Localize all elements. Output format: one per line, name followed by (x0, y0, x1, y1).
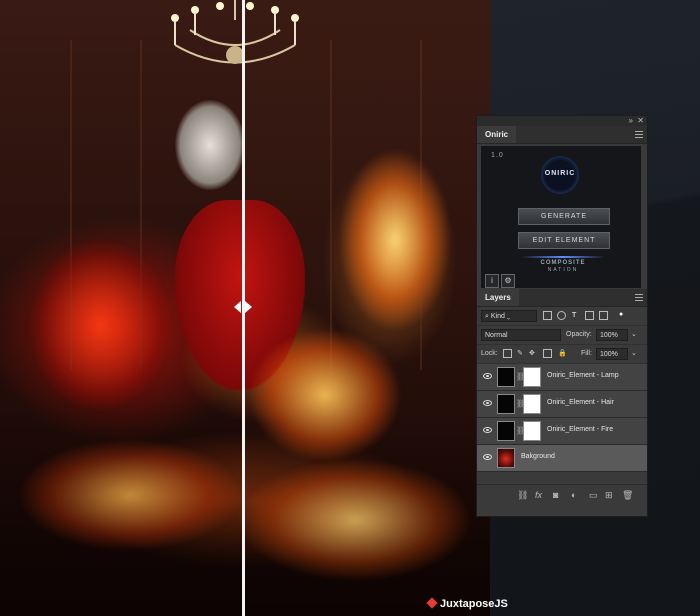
oniric-logo: ONIRIC (541, 156, 579, 194)
layer-mask-thumbnail (523, 394, 541, 414)
layer-name: Bakground (521, 453, 555, 460)
layer-thumbnail (497, 448, 515, 468)
adjustment-filter-icon[interactable] (557, 311, 566, 320)
lock-row: Lock: ✎ ✥ 🔒 Fill: 100% ⌄ (477, 345, 647, 364)
fill-label: Fill: (581, 350, 592, 357)
new-layer-icon[interactable]: ⊞ (605, 489, 613, 501)
collapse-icon[interactable]: » (629, 117, 633, 125)
oniric-tabbar: Oniric (477, 126, 647, 144)
trash-icon[interactable]: 🗑 (622, 489, 633, 501)
mask-icon[interactable]: ◙ (553, 489, 558, 501)
fire-graphic (30, 240, 170, 410)
panel-menu-icon[interactable] (635, 131, 643, 138)
composite-nation-logo: COMPOSITE NATION (531, 260, 595, 274)
layers-tabbar: Layers (477, 289, 647, 307)
layer-name: Oniric_Element - Fire (547, 426, 614, 433)
layers-panel: Layers ⌕ Kind ⌄ T ● Normal Opacity: 100%… (477, 289, 647, 505)
layer-row[interactable]: ⛓ Oniric_Element - Hair (477, 391, 647, 418)
watermark-label: JuxtaposeJS (440, 598, 508, 610)
filter-kind-select[interactable]: ⌕ Kind ⌄ (481, 310, 537, 322)
blend-mode-value: Normal (485, 332, 508, 339)
layer-row-selected[interactable]: Bakground (477, 445, 647, 472)
watermark[interactable]: JuxtaposeJS (426, 597, 508, 610)
slider-handle-icon[interactable] (230, 294, 256, 320)
fx-icon[interactable]: fx (535, 489, 542, 501)
tab-oniric[interactable]: Oniric (477, 126, 517, 143)
glow-divider (521, 256, 605, 258)
panel-titlebar: » ✕ (477, 116, 647, 126)
info-button[interactable]: i (485, 274, 499, 288)
lock-transparent-icon[interactable] (503, 349, 512, 358)
hair-graphic (175, 100, 245, 190)
fire-graphic (20, 440, 240, 550)
filter-toggle-icon[interactable]: ● (619, 309, 623, 321)
layer-mask-thumbnail (523, 367, 541, 387)
fill-value: 100% (600, 351, 618, 358)
tab-layers[interactable]: Layers (477, 289, 519, 306)
visibility-eye-icon[interactable] (483, 373, 492, 379)
layer-row[interactable]: ⛓ Oniric_Element - Lamp (477, 364, 647, 391)
lock-position-icon[interactable]: ✥ (529, 348, 535, 360)
layer-name: Oniric_Element - Hair (547, 399, 614, 406)
gear-icon: ⚙ (504, 276, 512, 285)
layers-empty-area (477, 472, 647, 484)
lock-label: Lock: (481, 350, 498, 357)
search-icon: ⌕ (485, 313, 489, 320)
fire-graphic (340, 150, 450, 330)
shape-filter-icon[interactable] (585, 311, 594, 320)
version-label: 1.0 (491, 152, 504, 159)
visibility-eye-icon[interactable] (483, 400, 492, 406)
photoshop-panel: » ✕ Oniric 1.0 ONIRIC GENERATE EDIT ELEM… (476, 115, 648, 517)
close-icon[interactable]: ✕ (637, 117, 644, 125)
oniric-plugin: 1.0 ONIRIC GENERATE EDIT ELEMENT COMPOSI… (481, 146, 641, 288)
lock-artboard-icon[interactable] (543, 349, 552, 358)
edit-element-button[interactable]: EDIT ELEMENT (518, 232, 610, 249)
layer-thumbnail (497, 394, 515, 414)
lock-image-icon[interactable]: ✎ (517, 348, 523, 360)
blend-row: Normal Opacity: 100% ⌄ (477, 326, 647, 345)
brand-line1: COMPOSITE (540, 260, 586, 266)
layers-bottom-toolbar: ⛓ fx ◙ ◐ ▭ ⊞ 🗑 (477, 484, 647, 505)
visibility-eye-icon[interactable] (483, 427, 492, 433)
type-filter-icon[interactable]: T (572, 310, 576, 322)
fire-graphic (240, 460, 470, 580)
visibility-eye-icon[interactable] (483, 454, 492, 460)
juxtapose-logo-icon (426, 597, 438, 609)
chandelier-graphic (171, 0, 299, 64)
lock-all-icon[interactable]: 🔒 (558, 348, 567, 360)
brand-line2: NATION (547, 267, 579, 273)
opacity-dropdown-icon[interactable]: ⌄ (631, 329, 637, 341)
info-icon: i (491, 276, 493, 285)
opacity-value: 100% (600, 332, 618, 339)
link-icon[interactable]: ⛓ (517, 489, 528, 501)
fill-dropdown-icon[interactable]: ⌄ (631, 348, 637, 360)
filter-row: ⌕ Kind ⌄ T ● (477, 307, 647, 326)
pixel-filter-icon[interactable] (543, 311, 552, 320)
layer-name: Oniric_Element - Lamp (547, 372, 619, 379)
group-icon[interactable]: ▭ (589, 489, 598, 501)
opacity-field[interactable]: 100% (596, 329, 628, 341)
layer-mask-thumbnail (523, 421, 541, 441)
adjustment-icon[interactable]: ◐ (571, 489, 576, 501)
fire-graphic (250, 330, 400, 460)
wall-panel-line (330, 40, 332, 370)
layer-thumbnail (497, 421, 515, 441)
settings-button[interactable]: ⚙ (501, 274, 515, 288)
generate-button[interactable]: GENERATE (518, 208, 610, 225)
blend-mode-select[interactable]: Normal (481, 329, 561, 341)
smart-object-filter-icon[interactable] (599, 311, 608, 320)
opacity-label: Opacity: (566, 331, 592, 338)
layers-menu-icon[interactable] (635, 294, 643, 301)
layer-thumbnail (497, 367, 515, 387)
fill-field[interactable]: 100% (596, 348, 628, 360)
layer-row[interactable]: ⛓ Oniric_Element - Fire (477, 418, 647, 445)
logo-text: ONIRIC (544, 170, 576, 177)
filter-kind-value: Kind (490, 313, 505, 320)
